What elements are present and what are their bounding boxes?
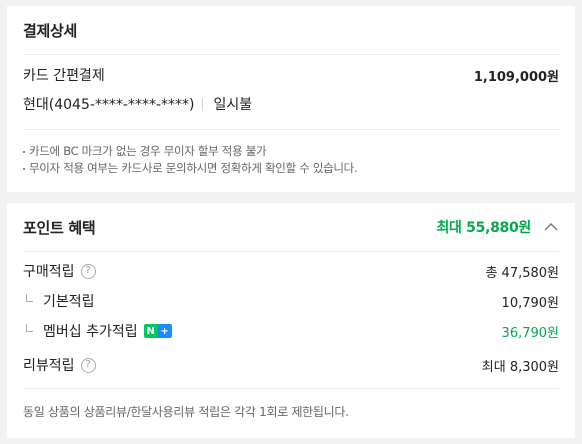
payment-method-label: 카드 간편결제	[23, 68, 105, 84]
membership-points-amount: 36,790원	[501, 325, 559, 341]
sub-item-corner-icon	[26, 324, 33, 332]
payment-note: 무이자 적용 여부는 카드사로 문의하시면 정확하게 확인할 수 있습니다.	[23, 160, 559, 177]
purchase-points-row: 구매적립 ? 총 47,580원	[23, 261, 559, 281]
card-info-row: 현대(4045-****-****-****) 일시불	[23, 94, 559, 114]
max-points-toggle[interactable]: 최대 55,880원	[436, 217, 559, 237]
sub-item-corner-icon	[26, 294, 33, 302]
point-benefit-card: 포인트 혜택 최대 55,880원 구매적립 ? 총 47,580원 기본적립 …	[7, 203, 575, 438]
chevron-up-icon[interactable]	[543, 219, 559, 235]
naver-plus-badge: N +	[143, 324, 172, 338]
payment-notes: 카드에 BC 마크가 없는 경우 무이자 할부 적용 불가 무이자 적용 여부는…	[23, 129, 559, 177]
payment-amount: 1,109,000원	[473, 69, 559, 85]
divider	[202, 97, 204, 111]
review-points-amount: 최대 8,300원	[481, 359, 559, 375]
membership-points-row: 멤버십 추가적립 N + 36,790원	[23, 321, 559, 341]
basic-points-amount: 10,790원	[501, 295, 559, 311]
point-benefit-header[interactable]: 포인트 혜택 최대 55,880원	[23, 203, 559, 252]
payment-method-row: 카드 간편결제 1,109,000원	[23, 65, 559, 85]
purchase-points-label-wrap: 구매적립 ?	[23, 261, 96, 281]
payment-note: 카드에 BC 마크가 없는 경우 무이자 할부 적용 불가	[23, 143, 559, 160]
membership-points-label: 멤버십 추가적립	[43, 324, 138, 340]
point-benefit-title: 포인트 혜택	[23, 218, 96, 237]
card-issuer-info: 현대(4045-****-****-****) 일시불	[23, 94, 252, 114]
review-points-label-wrap: 리뷰적립 ?	[23, 355, 96, 375]
basic-points-label: 기본적립	[43, 294, 95, 310]
review-points-label: 리뷰적립	[23, 358, 75, 374]
max-points: 최대 55,880원	[436, 220, 531, 236]
purchase-points-label: 구매적립	[23, 264, 75, 280]
card-number: 현대(4045-****-****-****)	[23, 97, 195, 113]
installment-type: 일시불	[213, 97, 253, 113]
payment-detail-card: 결제상세 카드 간편결제 1,109,000원 현대(4045-****-***…	[7, 6, 575, 192]
membership-points-label-wrap: 멤버십 추가적립 N +	[23, 321, 172, 341]
payment-detail-header: 결제상세	[23, 6, 559, 55]
review-limit-note: 동일 상품의 상품리뷰/한달사용리뷰 적립은 각각 1회로 제한됩니다.	[23, 388, 559, 420]
basic-points-row: 기본적립 10,790원	[23, 291, 559, 311]
plus-icon: +	[157, 324, 172, 338]
naver-n-icon: N	[143, 324, 158, 338]
payment-detail-title: 결제상세	[23, 21, 78, 40]
basic-points-label-wrap: 기본적립	[23, 291, 95, 311]
question-circle-icon[interactable]: ?	[80, 357, 96, 373]
purchase-points-amount: 총 47,580원	[485, 265, 559, 281]
review-points-row: 리뷰적립 ? 최대 8,300원	[23, 355, 559, 375]
question-circle-icon[interactable]: ?	[80, 263, 96, 279]
